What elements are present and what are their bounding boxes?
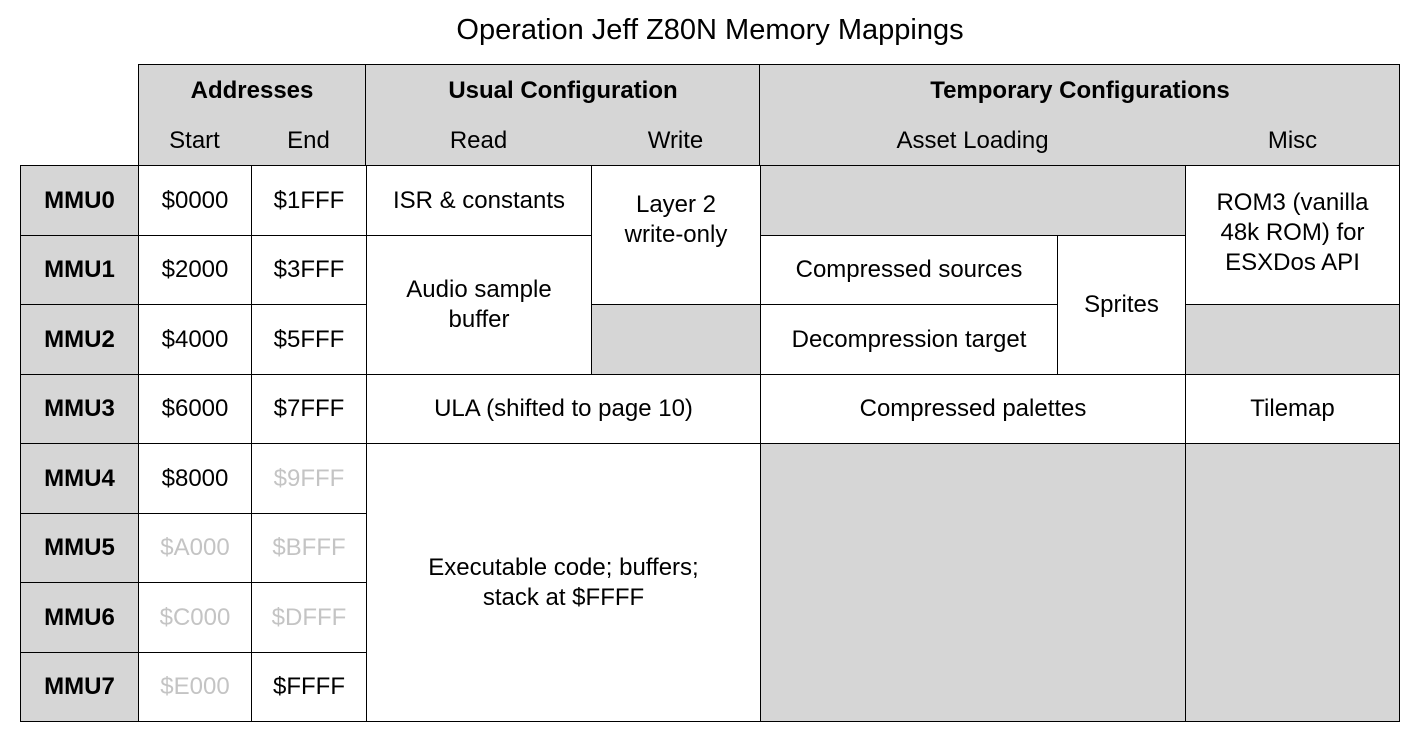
start-address: $4000 bbox=[138, 304, 252, 375]
unused-asset-mmu0 bbox=[760, 165, 1186, 236]
end-address: $BFFF bbox=[251, 513, 367, 583]
end-address: $DFFF bbox=[251, 582, 367, 653]
header-usual-configuration: Usual Configuration bbox=[448, 77, 678, 104]
unused-write-mmu2 bbox=[591, 304, 761, 375]
mmu-label: MMU6 bbox=[20, 582, 139, 653]
ula-cell: ULA (shifted to page 10) bbox=[366, 374, 761, 444]
isr-constants-cell: ISR & constants bbox=[366, 165, 592, 236]
header-addresses: Addresses bbox=[190, 77, 314, 104]
mmu-label: MMU7 bbox=[20, 652, 139, 722]
start-address: $6000 bbox=[138, 374, 252, 444]
layer2-label: Layer 2 write-only bbox=[624, 191, 728, 248]
sprites-cell: Sprites bbox=[1057, 235, 1186, 375]
unused-asset-mmu4-7 bbox=[760, 443, 1186, 722]
end-address: $3FFF bbox=[251, 235, 367, 305]
unused-misc-mmu4-7 bbox=[1185, 443, 1400, 722]
start-address: $8000 bbox=[138, 443, 252, 514]
unused-misc-mmu2 bbox=[1185, 304, 1400, 375]
executable-code-cell: Executable code; buffers; stack at $FFFF bbox=[366, 443, 761, 722]
end-address: $FFFF bbox=[251, 652, 367, 722]
end-address: $7FFF bbox=[251, 374, 367, 444]
diagram-title: Operation Jeff Z80N Memory Mappings bbox=[456, 14, 964, 46]
header-start: Start bbox=[169, 127, 220, 154]
end-address: $9FFF bbox=[251, 443, 367, 514]
header-write: Write bbox=[647, 127, 704, 154]
start-address: $E000 bbox=[138, 652, 252, 722]
header-asset-loading: Asset Loading bbox=[896, 127, 1049, 154]
rom3-cell: ROM3 (vanilla 48k ROM) for ESXDos API bbox=[1185, 165, 1400, 305]
start-address: $0000 bbox=[138, 165, 252, 236]
end-address: $5FFF bbox=[251, 304, 367, 375]
rom3-label: ROM3 (vanilla 48k ROM) for ESXDos API bbox=[1216, 189, 1369, 276]
audio-sample-buffer-cell: Audio sample buffer bbox=[366, 235, 592, 375]
header-end: End bbox=[287, 127, 330, 154]
header-misc: Misc bbox=[1267, 127, 1318, 154]
header-read: Read bbox=[449, 127, 508, 154]
start-address: $A000 bbox=[138, 513, 252, 583]
layer2-write-only-cell: Layer 2 write-only bbox=[591, 165, 761, 305]
start-address: $C000 bbox=[138, 582, 252, 653]
end-address: $1FFF bbox=[251, 165, 367, 236]
header-temporary-configurations: Temporary Configurations bbox=[930, 77, 1230, 104]
compressed-palettes-cell: Compressed palettes bbox=[760, 374, 1186, 444]
compressed-sources-cell: Compressed sources bbox=[760, 235, 1058, 305]
start-address: $2000 bbox=[138, 235, 252, 305]
mmu-label: MMU4 bbox=[20, 443, 139, 514]
mmu-label: MMU1 bbox=[20, 235, 139, 305]
mmu-label: MMU3 bbox=[20, 374, 139, 444]
decompression-target-cell: Decompression target bbox=[760, 304, 1058, 375]
tilemap-cell: Tilemap bbox=[1185, 374, 1400, 444]
mmu-label: MMU2 bbox=[20, 304, 139, 375]
mmu-label: MMU0 bbox=[20, 165, 139, 236]
mmu-label: MMU5 bbox=[20, 513, 139, 583]
